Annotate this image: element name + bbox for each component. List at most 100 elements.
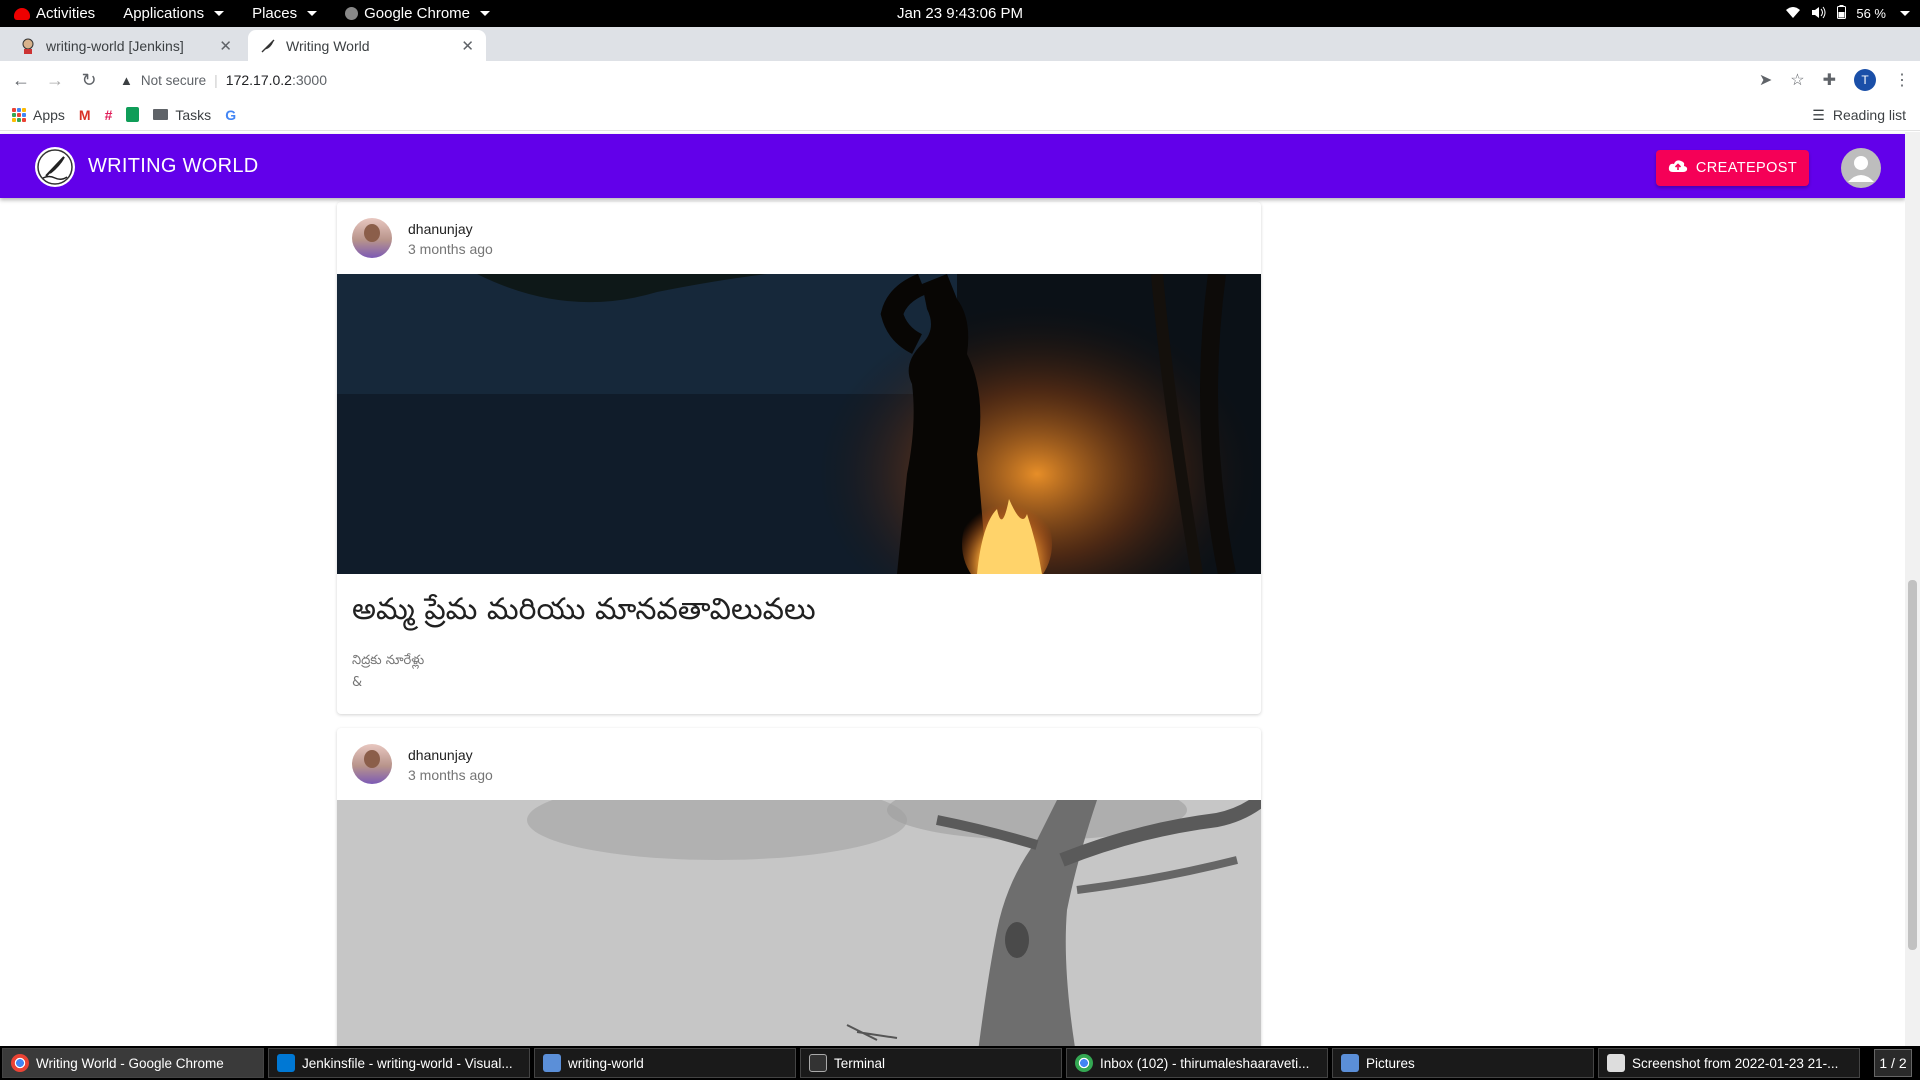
gmail-icon[interactable]: M — [79, 107, 91, 123]
jenkins-icon — [20, 38, 36, 54]
post-title[interactable]: అమ్మ ప్రేమ మరియు మానవతావిలువలు — [352, 592, 1246, 634]
system-top-bar: Activities Applications Places Google Ch… — [0, 0, 1920, 27]
url-port: :3000 — [291, 72, 328, 88]
apps-grid-icon — [12, 107, 26, 122]
brand-title[interactable]: WRITING WORLD — [88, 155, 259, 178]
post-card[interactable]: dhanunjay 3 months ago — [337, 202, 1261, 714]
divider: | — [214, 72, 218, 88]
bookmark-apps[interactable]: Apps — [12, 107, 65, 123]
folder-icon — [153, 109, 169, 120]
window-taskbar: Writing World - Google Chrome Jenkinsfil… — [0, 1046, 1920, 1080]
tab-writing-world[interactable]: Writing World ✕ — [248, 30, 486, 61]
battery-icon — [1837, 5, 1847, 22]
file-manager-icon — [1341, 1054, 1359, 1072]
author-name[interactable]: dhanunjay — [408, 221, 473, 237]
taskbar-item-pictures[interactable]: Pictures — [1332, 1048, 1594, 1078]
tab-title: Writing World — [286, 37, 370, 54]
places-menu[interactable]: Places — [238, 0, 331, 27]
taskbar-item-terminal[interactable]: Terminal — [800, 1048, 1062, 1078]
author-avatar[interactable] — [352, 744, 392, 784]
create-post-button[interactable]: CREATEPOST — [1656, 150, 1809, 186]
chrome-icon — [11, 1054, 29, 1072]
vscode-icon — [277, 1054, 295, 1072]
wifi-icon — [1785, 6, 1801, 22]
writing-world-logo-icon[interactable] — [35, 147, 75, 187]
bookmarks-bar: Apps M # Tasks G ☰ Reading list — [0, 99, 1920, 131]
tab-title: writing-world [Jenkins] — [46, 37, 184, 54]
terminal-icon — [809, 1054, 827, 1072]
taskbar-item-files[interactable]: writing-world — [534, 1048, 796, 1078]
taskbar-label: Terminal — [834, 1055, 886, 1071]
post-image[interactable] — [337, 274, 1261, 574]
toolbar-actions: ➤ ☆ ✚ T ⋮ — [1759, 61, 1910, 99]
battery-percent: 56 % — [1856, 6, 1886, 21]
app-header: WRITING WORLD CREATEPOST — [0, 134, 1905, 198]
taskbar-item-screenshot[interactable]: Screenshot from 2022-01-23 21-... — [1598, 1048, 1860, 1078]
reading-list-label: Reading list — [1832, 107, 1906, 123]
post-date: 3 months ago — [408, 241, 493, 257]
taskbar-item-inbox[interactable]: Inbox (102) - thirumaleshaaraveti... — [1066, 1048, 1328, 1078]
author-name[interactable]: dhanunjay — [408, 747, 473, 763]
user-avatar-button[interactable] — [1841, 148, 1881, 188]
taskbar-item-vscode[interactable]: Jenkinsfile - writing-world - Visual... — [268, 1048, 530, 1078]
google-icon[interactable]: G — [225, 107, 236, 123]
taskbar-label: writing-world — [568, 1055, 644, 1071]
post-body: అమ్మ ప్రేమ మరియు మానవతావిలువలు నిద్రకు న… — [337, 574, 1261, 714]
taskbar-label: Jenkinsfile - writing-world - Visual... — [302, 1055, 513, 1071]
volume-icon — [1811, 6, 1827, 22]
pencil-tree-sketch — [337, 800, 1261, 1046]
applications-label: Applications — [123, 5, 205, 22]
clock[interactable]: Jan 23 9:43:06 PM — [897, 5, 1023, 22]
file-manager-icon — [543, 1054, 561, 1072]
scrollbar-thumb[interactable] — [1908, 580, 1917, 950]
chrome-icon — [345, 7, 359, 20]
url-host: 172.17.0.2 — [225, 72, 292, 88]
reading-list-icon: ☰ — [1812, 106, 1825, 123]
reload-button[interactable]: ↻ — [72, 70, 106, 91]
reading-list-button[interactable]: ☰ Reading list — [1812, 99, 1906, 131]
chevron-down-icon — [1900, 11, 1910, 16]
slack-icon[interactable]: # — [105, 107, 113, 123]
close-icon[interactable]: ✕ — [219, 37, 232, 55]
forward-button[interactable]: → — [38, 70, 72, 91]
active-app-menu[interactable]: Google Chrome — [331, 0, 504, 27]
post-image[interactable] — [337, 800, 1261, 1046]
back-button[interactable]: ← — [4, 70, 38, 91]
post-date: 3 months ago — [408, 767, 493, 783]
bookmark-label: Apps — [33, 106, 65, 123]
post-header: dhanunjay 3 months ago — [337, 728, 1261, 800]
taskbar-label: Pictures — [1366, 1055, 1415, 1071]
warning-icon: ▲ — [120, 72, 133, 88]
bookmark-star-icon[interactable]: ☆ — [1790, 70, 1804, 90]
taskbar-item-chrome[interactable]: Writing World - Google Chrome — [2, 1048, 264, 1078]
tab-strip: writing-world [Jenkins] ✕ Writing World … — [0, 27, 1920, 83]
person-icon — [1848, 156, 1874, 182]
image-viewer-icon — [1607, 1054, 1625, 1072]
bookmark-tasks[interactable]: Tasks — [153, 107, 211, 123]
address-bar[interactable]: ▲ Not secure | 172.17.0.2:3000 — [108, 65, 1788, 95]
activities-button[interactable]: Activities — [0, 0, 109, 27]
author-avatar[interactable] — [352, 218, 392, 258]
post-excerpt-line: నిద్రకు నూరేళ్లు — [352, 653, 425, 668]
taskbar-label: Inbox (102) - thirumaleshaaraveti... — [1100, 1055, 1310, 1071]
tab-jenkins[interactable]: writing-world [Jenkins] ✕ — [8, 30, 244, 61]
workspace-pager[interactable]: 1 / 2 — [1874, 1049, 1912, 1077]
taskbar-label: Screenshot from 2022-01-23 21-... — [1632, 1055, 1839, 1071]
profile-avatar[interactable]: T — [1854, 69, 1876, 91]
sheets-icon[interactable] — [126, 107, 140, 122]
activities-label: Activities — [36, 5, 96, 22]
taskbar-label: Writing World - Google Chrome — [36, 1055, 224, 1071]
page-viewport: WRITING WORLD CREATEPOST dhanunjay 3 mon… — [0, 132, 1905, 1046]
system-status-area[interactable]: 56 % — [1785, 0, 1910, 27]
post-card[interactable]: dhanunjay 3 months ago — [337, 728, 1261, 1046]
close-icon[interactable]: ✕ — [461, 37, 474, 55]
kebab-menu-icon[interactable]: ⋮ — [1894, 70, 1910, 90]
applications-menu[interactable]: Applications — [109, 0, 238, 27]
post-header: dhanunjay 3 months ago — [337, 202, 1261, 274]
bookmark-label: Tasks — [175, 106, 212, 123]
night-fire-scene — [337, 274, 1261, 574]
extensions-icon[interactable]: ✚ — [1823, 70, 1836, 90]
send-icon[interactable]: ➤ — [1759, 70, 1772, 90]
chevron-down-icon — [307, 11, 318, 16]
chevron-down-icon — [214, 11, 225, 16]
